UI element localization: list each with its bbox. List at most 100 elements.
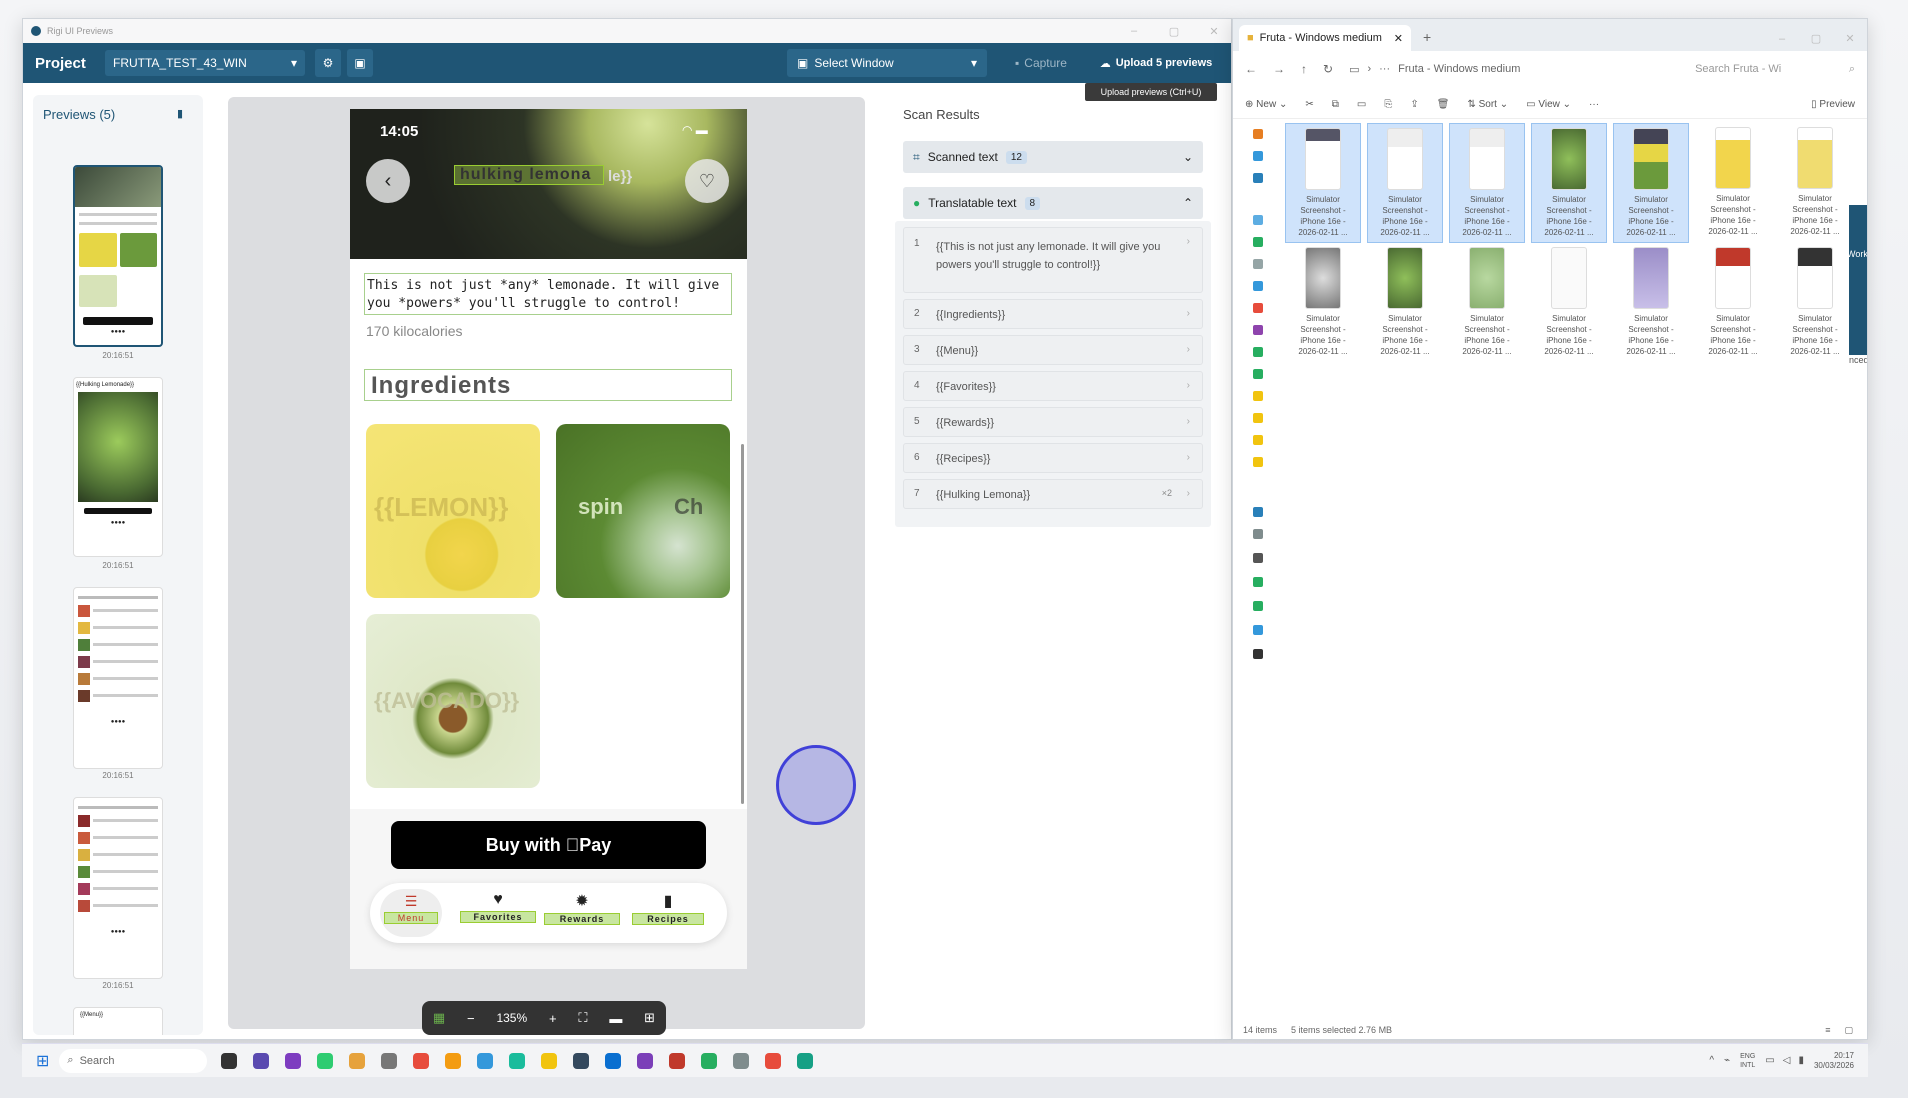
maximize-button[interactable]: ▢ (1157, 25, 1191, 38)
file-thumbnail[interactable]: Simulator Screenshot - iPhone 16e - 2026-02… (1613, 243, 1689, 363)
forward-arrow-icon[interactable]: → (1273, 62, 1285, 76)
tab-menu[interactable]: ☰ Menu (380, 889, 442, 937)
folder-icon[interactable] (1253, 413, 1263, 423)
grid-toggle-icon[interactable]: ▦ (433, 1010, 445, 1026)
app-icon[interactable] (285, 1052, 302, 1069)
result-row[interactable]: 1 {{This is not just any lemonade. It wi… (903, 227, 1203, 293)
gallery-icon[interactable] (1253, 151, 1263, 161)
rename-icon[interactable]: ⎘ (1384, 99, 1392, 110)
zoom-out-button[interactable]: − (467, 1011, 475, 1026)
settings-button[interactable]: ⚙ (315, 49, 341, 77)
music-icon[interactable] (1253, 303, 1263, 313)
task-view-icon[interactable] (221, 1052, 238, 1069)
share-icon[interactable]: ⇪ (1410, 99, 1418, 110)
translatable-text-section[interactable]: ● Translatable text 8 ⌃ (903, 187, 1203, 219)
minimize-button[interactable]: – (1117, 25, 1151, 37)
file-thumbnail[interactable]: Simulator Screenshot - iPhone 16e - 2026-02… (1531, 243, 1607, 363)
project-select[interactable]: FRUTTA_TEST_43_WIN ▾ (105, 50, 305, 76)
preview-thumbnail[interactable]: {{Menu}} (73, 1007, 163, 1035)
file-explorer-icon[interactable] (541, 1052, 558, 1069)
desktop-icon[interactable] (1253, 215, 1263, 225)
cut-icon[interactable]: ✂ (1305, 99, 1313, 110)
home-icon[interactable] (1253, 129, 1263, 139)
phone-scrollbar[interactable] (741, 444, 744, 804)
tab-favorites[interactable]: ♥ Favorites (460, 889, 536, 937)
file-thumbnail[interactable]: Simulator Screenshot - iPhone 16e - 2026-02… (1367, 123, 1443, 243)
new-tab-button[interactable]: + (1423, 29, 1431, 45)
preview-thumbnail[interactable]: ●●●● (73, 165, 163, 347)
close-tab-icon[interactable]: ✕ (1394, 32, 1403, 45)
app-icon[interactable] (797, 1052, 814, 1069)
select-window-dropdown[interactable]: ▣ Select Window ▾ (787, 49, 987, 77)
file-thumbnail[interactable]: Simulator Screenshot - iPhone 16e - 2026-02… (1695, 243, 1771, 363)
drive-icon[interactable] (1253, 347, 1263, 357)
copy-icon[interactable]: ⧉ (1332, 99, 1339, 110)
layout-grid-icon[interactable]: ⊞ (644, 1010, 655, 1026)
chrome-icon[interactable] (413, 1052, 430, 1069)
app-icon[interactable] (765, 1052, 782, 1069)
preview-thumbnail[interactable]: ●●●● (73, 587, 163, 769)
result-row[interactable]: 3 {{Menu}} › (903, 335, 1203, 365)
preview-thumbnail[interactable]: {{Hulking Lemonade}} ●●●● (73, 377, 163, 557)
monitor-icon[interactable]: ▭ (1765, 1055, 1774, 1066)
filezilla-icon[interactable] (669, 1052, 686, 1069)
settings-icon[interactable] (733, 1052, 750, 1069)
layout-button[interactable]: ▣ (347, 49, 373, 77)
file-thumbnail[interactable]: Simulator Screenshot - iPhone 16e - 2026-02… (1449, 123, 1525, 243)
new-button[interactable]: ⊕ New ⌄ (1245, 99, 1287, 110)
file-thumbnail[interactable]: Simulator Screenshot - iPhone 16e - 2026-02… (1777, 243, 1853, 363)
image-icon[interactable]: ▬ (609, 1011, 622, 1026)
clock[interactable]: 20:17 30/03/2026 (1814, 1051, 1854, 1071)
back-button[interactable]: ‹ (366, 159, 410, 203)
volume-icon[interactable]: ◁ (1783, 1055, 1791, 1066)
result-row[interactable]: 4 {{Favorites}} › (903, 371, 1203, 401)
videos-icon[interactable] (1253, 325, 1263, 335)
preview-pane-button[interactable]: ▯ Preview (1811, 99, 1855, 110)
ingredient-card-avocado[interactable]: {{AVOCADO}} (366, 614, 540, 788)
folder-icon[interactable] (1253, 435, 1263, 445)
local-disk-icon[interactable] (1253, 529, 1263, 539)
app-icon[interactable] (381, 1052, 398, 1069)
documents-icon[interactable] (1253, 259, 1263, 269)
taskbar-search[interactable]: ⌕ Search (59, 1048, 208, 1073)
favorite-button[interactable]: ♡ (685, 159, 729, 203)
more-icon[interactable]: ··· (1589, 99, 1599, 110)
tray-chevron-icon[interactable]: ^ (1709, 1055, 1714, 1066)
result-row[interactable]: 5 {{Rewards}} › (903, 407, 1203, 437)
app-icon[interactable] (253, 1052, 270, 1069)
zoom-in-button[interactable]: + (549, 1011, 557, 1026)
app-icon[interactable] (509, 1052, 526, 1069)
paste-icon[interactable]: ▭ (1357, 99, 1366, 110)
this-pc-icon[interactable] (1253, 507, 1263, 517)
file-thumbnail[interactable]: Simulator Screenshot - iPhone 16e - 2026-02… (1613, 123, 1689, 243)
file-thumbnail[interactable]: Simulator Screenshot - iPhone 16e - 2026-02… (1367, 243, 1443, 363)
minimize-button[interactable]: – (1765, 33, 1799, 45)
capture-button[interactable]: ▪ Capture (1001, 49, 1081, 77)
fit-screen-icon[interactable]: ⛶ (578, 1010, 587, 1026)
tab-rewards[interactable]: ✹ Rewards (544, 889, 620, 937)
drive-icon[interactable] (1253, 577, 1263, 587)
address-field[interactable]: ▭ › ··· Fruta - Windows medium (1349, 56, 1679, 82)
maximize-button[interactable]: ▢ (1799, 32, 1833, 45)
downloads-icon[interactable] (1253, 237, 1263, 247)
tiles-view-icon[interactable]: ▢ (1844, 1025, 1853, 1036)
language-indicator[interactable]: ENG INTL (1740, 1052, 1755, 1070)
apple-pay-button[interactable]: Buy with Pay (391, 821, 706, 869)
folder-icon[interactable] (1253, 457, 1263, 467)
refresh-icon[interactable]: ↻ (1323, 62, 1333, 76)
app-icon[interactable] (573, 1052, 590, 1069)
network-icon[interactable] (1253, 625, 1263, 635)
result-row[interactable]: 7 {{Hulking Lemona}} ×2 › (903, 479, 1203, 509)
linux-icon[interactable] (1253, 649, 1263, 659)
cloud-icon[interactable] (1253, 173, 1263, 183)
chrome-icon[interactable] (445, 1052, 462, 1069)
search-field[interactable]: Search Fruta - Wi ⌕ (1695, 56, 1855, 82)
start-button[interactable]: ⊞ (36, 1051, 49, 1071)
file-thumbnail[interactable]: Simulator Screenshot - iPhone 16e - 2026-02… (1531, 123, 1607, 243)
delete-previews-icon[interactable]: ▮ (177, 107, 183, 120)
result-row[interactable]: 2 {{Ingredients}} › (903, 299, 1203, 329)
delete-icon[interactable]: 🗑 (1437, 99, 1450, 110)
battery-icon[interactable]: ▮ (1798, 1055, 1804, 1066)
file-thumbnail[interactable]: Simulator Screenshot - iPhone 16e - 2026-02… (1695, 123, 1771, 243)
file-thumbnail[interactable]: Simulator Screenshot - iPhone 16e - 2026-02… (1449, 243, 1525, 363)
